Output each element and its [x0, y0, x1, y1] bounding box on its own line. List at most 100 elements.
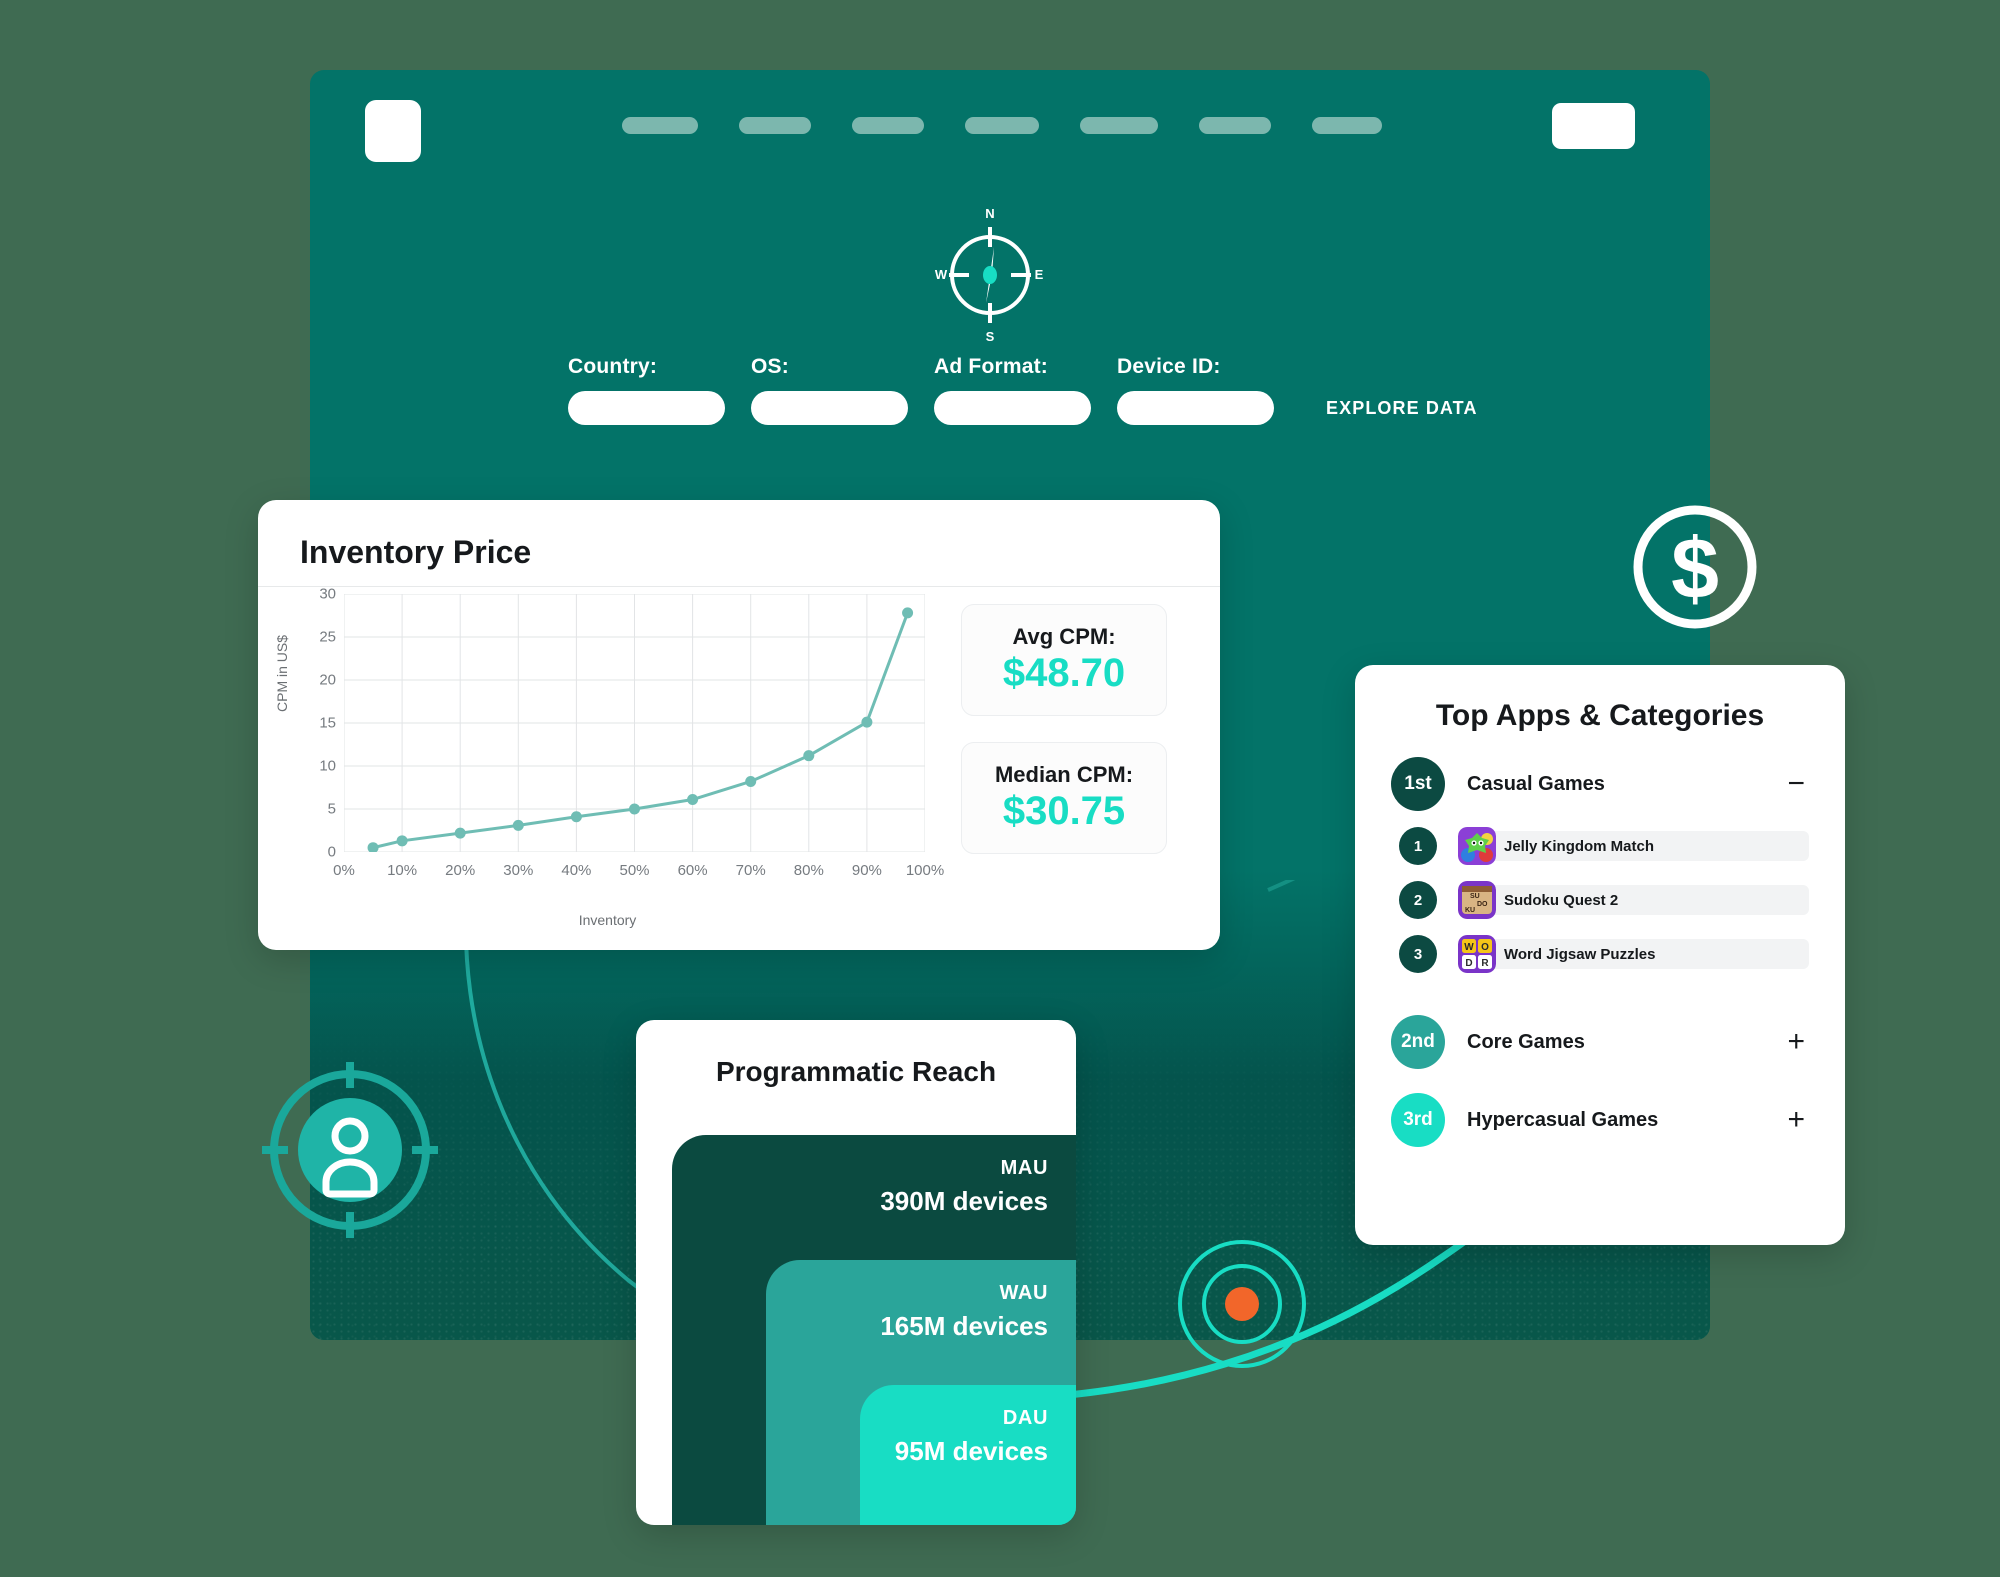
category-name: Casual Games — [1467, 772, 1605, 795]
rank-badge-3rd: 3rd — [1391, 1093, 1445, 1147]
nav-item-7[interactable] — [1312, 117, 1382, 134]
rank-badge-1st: 1st — [1391, 757, 1445, 811]
device-id-input[interactable] — [1117, 391, 1274, 425]
nav-item-4[interactable] — [965, 117, 1039, 134]
country-input[interactable] — [568, 391, 725, 425]
x-tick-50%: 50% — [619, 862, 650, 879]
collapse-category-button[interactable]: − — [1783, 769, 1809, 799]
user-target-icon — [258, 1058, 442, 1242]
chart-y-axis-ticks: 0 5 10 15 20 25 30 — [280, 586, 336, 861]
app-name: Sudoku Quest 2 — [1458, 885, 1809, 915]
svg-text:R: R — [1481, 958, 1489, 969]
chart-point-9 — [861, 716, 873, 728]
category-name: Hypercasual Games — [1467, 1108, 1659, 1131]
x-tick-20%: 20% — [445, 862, 476, 879]
chart-plot-area — [344, 594, 925, 854]
ad-format-input[interactable] — [934, 391, 1091, 425]
filter-bar: Country: OS: Ad Format: Device ID: EXPLORE D… — [568, 355, 1478, 425]
category-row-casual-games[interactable]: 1st Casual Games − — [1355, 757, 1845, 811]
x-tick-90%: 90% — [851, 862, 882, 879]
app-rank-badge: 3 — [1399, 935, 1437, 973]
x-tick-10%: 10% — [387, 862, 418, 879]
compass-north-label: N — [985, 206, 994, 221]
band-label: DAU — [1002, 1407, 1048, 1429]
nav-item-5[interactable] — [1080, 117, 1158, 134]
inventory-price-card: Inventory Price CPM in US$ 0 5 10 15 20 25 30 … — [258, 500, 1220, 950]
filter-label-ad-format: Ad Format: — [934, 355, 1048, 378]
expand-category-button[interactable]: + — [1783, 1027, 1809, 1057]
category-name: Core Games — [1467, 1030, 1585, 1053]
x-tick-0%: 0% — [333, 862, 355, 879]
x-tick-40%: 40% — [561, 862, 592, 879]
stat-value: $30.75 — [1002, 789, 1126, 833]
y-tick-10: 10 — [319, 757, 336, 775]
header-cta-button[interactable] — [1552, 103, 1635, 149]
expand-category-button[interactable]: + — [1783, 1105, 1809, 1135]
x-tick-30%: 30% — [503, 862, 534, 879]
chart-point-8 — [803, 750, 815, 762]
chart-point-0 — [367, 842, 379, 854]
cpm-stats: Avg CPM: $48.70 Median CPM: $30.75 — [961, 604, 1167, 950]
chart-point-5 — [629, 803, 640, 815]
filter-label-device-id: Device ID: — [1117, 355, 1221, 378]
nav-item-3[interactable] — [852, 117, 924, 134]
chart-x-axis-ticks: 0% 10% 20% 30% 40% 50% 60% 70% 80% 90% 100% — [333, 862, 944, 884]
stat-card-median-cpm: Median CPM: $30.75 — [961, 742, 1167, 854]
filter-label-country: Country: — [568, 355, 658, 378]
nav-item-6[interactable] — [1199, 117, 1271, 134]
chart-point-6 — [687, 794, 699, 806]
stat-label: Median CPM: — [994, 762, 1134, 787]
chart-point-7 — [745, 775, 757, 787]
filter-group-ad-format: Ad Format: — [934, 355, 1091, 425]
apps-card-title: Top Apps & Categories — [1435, 699, 1765, 732]
filter-group-os: OS: — [751, 355, 908, 425]
programmatic-reach-card: Programmatic Reach MAU 390M devices WAU 165… — [636, 1020, 1076, 1525]
app-name: Word Jigsaw Puzzles — [1458, 939, 1809, 969]
compass-east-label: E — [1035, 267, 1044, 282]
chart-x-axis-label: Inventory — [578, 912, 637, 928]
reach-band-dau: DAU 95M devices — [860, 1385, 1076, 1525]
top-navigation — [622, 117, 1382, 134]
explore-data-button[interactable]: EXPLORE DATA — [1326, 398, 1478, 419]
inventory-card-title: Inventory Price — [300, 534, 532, 570]
svg-text:KU: KU — [1465, 907, 1475, 914]
app-row[interactable]: 1 Jelly Kingdom Match — [1355, 827, 1845, 865]
compass-south-label: S — [986, 329, 995, 344]
word-tiles-icon: WODR — [1458, 935, 1496, 973]
x-tick-60%: 60% — [677, 862, 708, 879]
x-tick-80%: 80% — [793, 862, 824, 879]
app-logo[interactable] — [365, 100, 421, 162]
filter-label-os: OS: — [751, 355, 789, 378]
chart-point-10 — [902, 607, 914, 619]
inventory-price-chart: CPM in US$ 0 5 10 15 20 25 30 0% 10% 20% 30% 40% 50… — [274, 586, 944, 929]
band-value: 165M devices — [880, 1311, 1048, 1341]
stat-card-avg-cpm: Avg CPM: $48.70 — [961, 604, 1167, 716]
y-tick-0: 0 — [327, 843, 336, 861]
band-label: MAU — [1000, 1157, 1048, 1179]
app-rank-badge: 2 — [1399, 881, 1437, 919]
os-input[interactable] — [751, 391, 908, 425]
apps-category-list: 1st Casual Games − 1 Jelly Kingdom Match 2 SU D… — [1355, 757, 1845, 1147]
category-row-core-games[interactable]: 2nd Core Games + — [1355, 1015, 1845, 1069]
dollar-circle-icon: $ — [1625, 497, 1765, 637]
nav-item-1[interactable] — [622, 117, 698, 134]
stat-label: Avg CPM: — [1012, 624, 1116, 649]
svg-text:W: W — [1464, 942, 1474, 953]
top-apps-card: Top Apps & Categories 1st Casual Games − 1 J… — [1355, 665, 1845, 1245]
app-rank-badge: 1 — [1399, 827, 1437, 865]
jelly-blob-icon — [1458, 827, 1496, 865]
chart-point-2 — [454, 827, 466, 839]
rank-badge-2nd: 2nd — [1391, 1015, 1445, 1069]
svg-text:D: D — [1465, 958, 1472, 969]
category-row-hypercasual-games[interactable]: 3rd Hypercasual Games + — [1355, 1093, 1845, 1147]
y-tick-25: 25 — [319, 628, 336, 646]
app-row[interactable]: 2 SU DO KU Sudoku Quest 2 — [1355, 881, 1845, 919]
screenshot-root: N S W E Country: OS: Ad Format: Device ID: E… — [0, 0, 2000, 1577]
app-row[interactable]: 3 W O D R Word Jigsaw Puzzles — [1355, 935, 1845, 973]
band-value: 390M devices — [880, 1186, 1048, 1216]
pulse-node-icon — [1162, 1228, 1322, 1380]
app-name: Jelly Kingdom Match — [1458, 831, 1809, 861]
nav-item-2[interactable] — [739, 117, 811, 134]
filter-group-country: Country: — [568, 355, 725, 425]
chart-point-1 — [396, 835, 408, 847]
